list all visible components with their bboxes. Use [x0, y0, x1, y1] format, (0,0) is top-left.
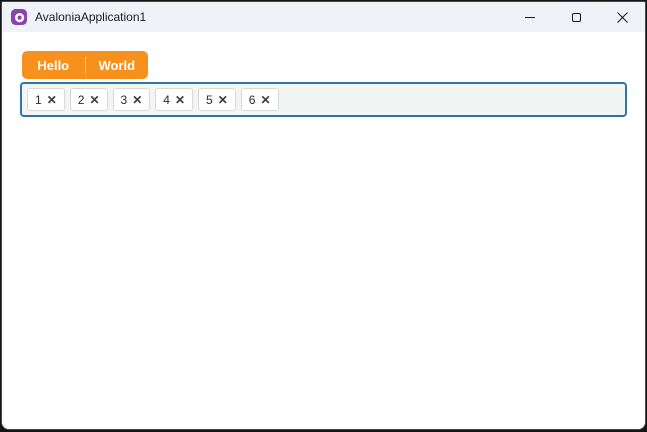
- tab-hello[interactable]: Hello: [22, 51, 85, 79]
- chip-label: 3: [120, 92, 128, 107]
- tab-strip: Hello World: [22, 51, 148, 79]
- chip[interactable]: 2 ✕: [69, 88, 108, 111]
- chip-input-box[interactable]: 1 ✕ 2 ✕ 3 ✕ 4 ✕ 5 ✕ 6 ✕: [20, 82, 627, 117]
- chip[interactable]: 6 ✕: [240, 88, 279, 111]
- minimize-button[interactable]: [507, 2, 553, 32]
- chip-remove-button[interactable]: ✕: [175, 94, 185, 106]
- chip-remove-button[interactable]: ✕: [218, 94, 228, 106]
- titlebar: AvaloniaApplication1: [2, 2, 645, 32]
- window-title: AvaloniaApplication1: [35, 10, 147, 24]
- tab-world[interactable]: World: [85, 51, 148, 79]
- chip-label: 4: [163, 92, 170, 107]
- chip-label: 2: [77, 92, 85, 107]
- window-content: Hello World 1 ✕ 2 ✕ 3 ✕ 4 ✕ 5 ✕ 6 ✕: [2, 32, 645, 429]
- maximize-icon: [571, 12, 581, 22]
- app-window: AvaloniaApplication1 Hello World 1 ✕ 2 ✕ 3 ✕ 4…: [1, 1, 646, 430]
- chip-remove-button[interactable]: ✕: [89, 94, 99, 106]
- close-button[interactable]: [599, 2, 645, 32]
- chip[interactable]: 1 ✕: [27, 88, 65, 111]
- minimize-icon: [525, 16, 535, 18]
- chip[interactable]: 5 ✕: [198, 88, 236, 111]
- chip[interactable]: 4 ✕: [155, 88, 193, 111]
- maximize-button[interactable]: [553, 2, 599, 32]
- close-icon: [616, 11, 628, 23]
- chip-label: 5: [206, 92, 213, 107]
- chip[interactable]: 3 ✕: [112, 88, 151, 111]
- chip-label: 1: [35, 92, 42, 107]
- chip-remove-button[interactable]: ✕: [132, 94, 142, 106]
- avalonia-logo-icon: [11, 9, 27, 25]
- chip-remove-button[interactable]: ✕: [47, 94, 57, 106]
- chip-label: 6: [248, 92, 256, 107]
- chip-remove-button[interactable]: ✕: [260, 94, 270, 106]
